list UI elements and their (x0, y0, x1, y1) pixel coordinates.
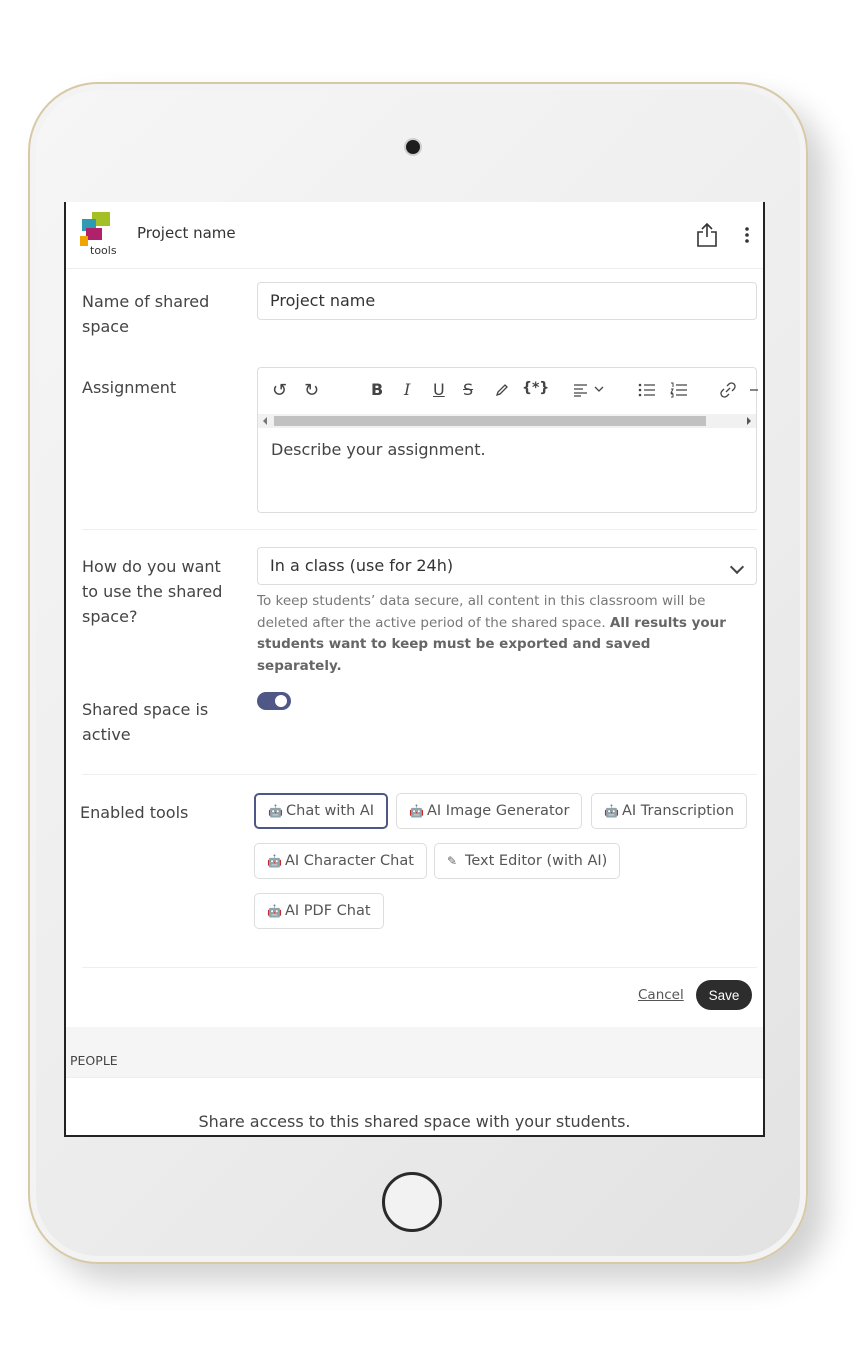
bullet-list-icon[interactable] (638, 382, 656, 398)
editor-toolbar: ↺ ↻ B I U S {*} (258, 368, 758, 412)
tool-chip-label: AI Character Chat (285, 853, 414, 869)
assignment-placeholder: Describe your assignment. (271, 440, 486, 459)
usage-label: How do you want to use the shared space? (82, 557, 223, 626)
toolbar-scrollbar[interactable] (258, 414, 756, 428)
robot-icon: 🤖 (604, 804, 619, 818)
home-button[interactable] (382, 1172, 442, 1232)
tool-chip-text-editor[interactable]: ✎ Text Editor (with AI) (434, 843, 621, 879)
scroll-right-icon[interactable] (747, 417, 751, 425)
share-icon[interactable] (696, 222, 718, 248)
tool-chip-label: Text Editor (with AI) (465, 853, 608, 869)
edit-icon: ✎ (447, 854, 458, 868)
app-screen: tools Project name Name of shared space … (64, 202, 765, 1137)
tool-chip-ai-character-chat[interactable]: 🤖 AI Character Chat (254, 843, 427, 879)
usage-select-value: In a class (use for 24h) (270, 556, 454, 575)
tool-chip-label: AI Transcription (622, 803, 735, 819)
name-input[interactable]: Project name (257, 282, 757, 320)
more-options-icon[interactable] (742, 224, 752, 246)
scroll-left-icon[interactable] (263, 417, 267, 425)
numbered-list-icon[interactable] (670, 382, 688, 398)
active-toggle[interactable] (257, 692, 291, 710)
toggle-knob (275, 695, 287, 707)
camera-icon (406, 140, 420, 154)
robot-icon: 🤖 (267, 854, 282, 868)
tool-chip-chat-with-ai[interactable]: 🤖 Chat with AI (254, 793, 389, 829)
assignment-editor[interactable]: ↺ ↻ B I U S {*} Describe your assignment… (257, 367, 758, 513)
undo-icon[interactable]: ↺ (272, 380, 287, 401)
tool-chip-ai-transcription[interactable]: 🤖 AI Transcription (591, 793, 748, 829)
underline-button[interactable]: U (433, 380, 445, 399)
tool-chip-label: AI PDF Chat (285, 903, 371, 919)
app-logo: tools (80, 212, 117, 258)
scrollbar-thumb[interactable] (274, 416, 706, 426)
page-title: Project name (137, 224, 236, 242)
chevron-down-icon (729, 559, 745, 575)
people-section-header: PEOPLE (66, 1027, 763, 1078)
highlight-icon[interactable] (494, 382, 510, 398)
link-icon[interactable] (720, 382, 736, 398)
tool-chip-label: AI Image Generator (427, 803, 570, 819)
usage-note: To keep students’ data secure, all conte… (257, 591, 737, 677)
cancel-link[interactable]: Cancel (638, 987, 684, 1003)
tools-label: Enabled tools (80, 803, 189, 822)
divider (82, 529, 757, 530)
save-button[interactable]: Save (696, 980, 752, 1010)
name-label: Name of shared space (82, 292, 210, 336)
overflow-icon (750, 389, 758, 391)
robot-icon: 🤖 (267, 904, 282, 918)
active-label: Shared space is active (82, 700, 209, 744)
people-label: PEOPLE (70, 1053, 118, 1068)
divider (82, 967, 757, 968)
variable-button[interactable]: {*} (522, 380, 549, 396)
divider (82, 774, 757, 775)
tool-chip-ai-pdf-chat[interactable]: 🤖 AI PDF Chat (254, 893, 384, 929)
usage-select[interactable]: In a class (use for 24h) (257, 547, 757, 585)
tool-chip-label: Chat with AI (286, 803, 375, 819)
italic-button[interactable]: I (404, 380, 410, 399)
share-access-text: Share access to this shared space with y… (198, 1112, 631, 1131)
redo-icon[interactable]: ↻ (304, 380, 319, 401)
bold-button[interactable]: B (371, 380, 383, 399)
align-icon[interactable] (573, 383, 605, 397)
robot-icon: 🤖 (268, 804, 283, 818)
strikethrough-button[interactable]: S (463, 380, 473, 399)
robot-icon: 🤖 (409, 804, 424, 818)
logo-text: tools (90, 244, 117, 257)
tool-chip-ai-image-generator[interactable]: 🤖 AI Image Generator (396, 793, 583, 829)
assignment-label: Assignment (82, 378, 177, 397)
top-bar: tools Project name (66, 202, 763, 269)
